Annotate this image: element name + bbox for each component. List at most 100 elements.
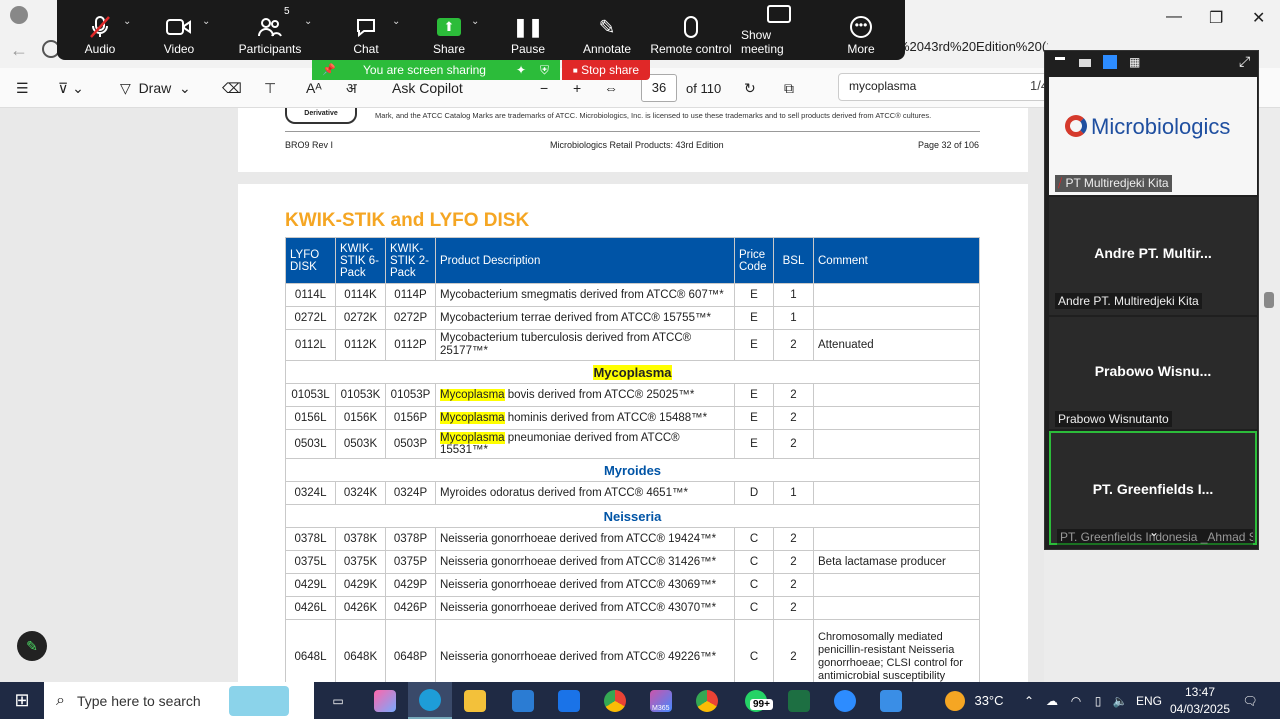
- show-meeting-button[interactable]: Show meeting: [741, 0, 817, 60]
- edge-icon[interactable]: [408, 682, 452, 719]
- onedrive-icon[interactable]: ☁: [1042, 682, 1062, 719]
- bsl-cell: 2: [773, 429, 814, 459]
- kwik-2-cell: 0503P: [385, 429, 436, 459]
- participant-tile[interactable]: Prabowo Wisnu... Prabowo Wisnutanto: [1049, 317, 1257, 429]
- back-icon[interactable]: ←: [10, 40, 28, 61]
- zoom-app-icon[interactable]: [828, 682, 862, 719]
- edit-fab-icon[interactable]: ✎: [17, 631, 47, 661]
- price-code-cell: E: [734, 406, 774, 430]
- product-table: LYFO DISK KWIK-STIK 6-Pack KWIK-STIK 2-P…: [285, 237, 980, 682]
- share-caret-icon[interactable]: ⌄: [471, 16, 479, 27]
- footer-left: BRO9 Rev I: [285, 140, 334, 150]
- pin-icon[interactable]: 📌: [322, 63, 336, 76]
- bsl-cell: 2: [773, 527, 814, 551]
- volume-icon[interactable]: 🔈: [1110, 682, 1130, 719]
- table-row: 0272L 0272K 0272P Mycobacterium terrae deri…: [285, 306, 980, 330]
- share-screen-icon: ⬆: [437, 18, 461, 36]
- mail-icon[interactable]: [552, 682, 586, 719]
- col-header: KWIK-STIK 6-Pack: [335, 237, 386, 284]
- clock-date[interactable]: 04/03/2025: [1168, 702, 1232, 716]
- wifi-icon[interactable]: ◠: [1066, 682, 1086, 719]
- profile-icon[interactable]: [10, 6, 28, 24]
- more-button[interactable]: ••• More: [841, 0, 881, 60]
- chat-caret-icon[interactable]: ⌄: [392, 16, 400, 27]
- description-cell: Mycobacterium tuberculosis derived from …: [435, 329, 735, 361]
- pause-button[interactable]: ❚❚ Pause: [508, 0, 548, 60]
- gallery-view-icon[interactable]: ▦: [1129, 55, 1143, 69]
- kwik-6-cell: 0272K: [335, 306, 386, 330]
- text-box-icon[interactable]: ⊤: [264, 68, 276, 108]
- contents-icon[interactable]: ☰: [16, 68, 29, 108]
- participant-tile-active[interactable]: PT. Greenfields I... PT. Greenfields Ind…: [1049, 431, 1257, 545]
- battery-icon[interactable]: ▯: [1088, 682, 1108, 719]
- participants-button[interactable]: Participants: [235, 0, 305, 60]
- current-page: KWIK-STIK and LYFO DISK LYFO DISK KWIK-S…: [238, 184, 1028, 682]
- address-bar[interactable]: %2043rd%20Edition%20(1): [898, 39, 1048, 61]
- copilot-icon[interactable]: [368, 682, 402, 719]
- file-explorer-icon[interactable]: [458, 682, 492, 719]
- shield-icon: ⛨: [540, 63, 550, 77]
- excel-icon[interactable]: [782, 682, 816, 719]
- previous-page: Derivative Mark, and the ATCC Catalog Ma…: [238, 108, 1028, 172]
- minimize-icon[interactable]: —: [1166, 8, 1182, 26]
- remote-control-button[interactable]: Remote control: [649, 0, 733, 60]
- participant-tile[interactable]: Andre PT. Multir... Andre PT. Multiredje…: [1049, 197, 1257, 315]
- store-icon[interactable]: [506, 682, 540, 719]
- scrollbar-thumb[interactable]: [1264, 292, 1274, 308]
- comment-cell: Attenuated: [813, 329, 980, 361]
- notifications-icon[interactable]: 🗨: [1238, 682, 1262, 719]
- audio-button[interactable]: Audio: [79, 0, 121, 60]
- table-row: 0429L 0429K 0429P Neisseria gonorrhoeae der…: [285, 573, 980, 597]
- weather-icon[interactable]: [940, 682, 970, 719]
- draw-button[interactable]: ▽ Draw ⌄: [120, 68, 191, 108]
- clock-time[interactable]: 13:47: [1172, 685, 1228, 699]
- video-label: Video: [163, 42, 195, 56]
- tray-chevron-icon[interactable]: ⌃: [1020, 682, 1038, 719]
- kwik-2-cell: 0156P: [385, 406, 436, 430]
- taskbar-search[interactable]: ⌕ Type here to search: [44, 682, 314, 719]
- participant-tile[interactable]: Microbiologics ⧸ PT Multiredjeki Kita: [1049, 77, 1257, 195]
- search-placeholder: Type here to search: [76, 692, 201, 709]
- annotate-button[interactable]: ✎ Annotate: [579, 0, 635, 60]
- search-highlight: Mycoplasma: [440, 389, 505, 401]
- expand-icon[interactable]: ⤢: [1239, 53, 1250, 70]
- rotate-icon[interactable]: ↻: [744, 68, 756, 108]
- m365-icon[interactable]: M365: [642, 682, 680, 719]
- whatsapp-icon[interactable]: 99+: [736, 682, 776, 719]
- video-button[interactable]: Video: [158, 0, 200, 60]
- maximize-icon[interactable]: ❐: [1209, 8, 1223, 28]
- chrome-profile-icon[interactable]: [690, 682, 724, 719]
- chrome-icon[interactable]: [598, 682, 632, 719]
- two-page-icon[interactable]: ⧉: [784, 68, 794, 108]
- video-caret-icon[interactable]: ⌄: [202, 16, 210, 27]
- start-button[interactable]: ⊞: [0, 682, 44, 719]
- participants-caret-icon[interactable]: ⌄: [304, 16, 312, 27]
- footer-rule: [285, 131, 980, 132]
- chat-button[interactable]: Chat: [346, 0, 386, 60]
- photos-icon[interactable]: [874, 682, 908, 719]
- stop-share-button[interactable]: ■ Stop share: [562, 60, 650, 80]
- task-view-icon[interactable]: ▭: [322, 682, 354, 719]
- strip-view-icon[interactable]: [1103, 55, 1117, 69]
- bsl-cell: 2: [773, 550, 814, 574]
- speaker-view-icon[interactable]: [1079, 59, 1091, 67]
- lyfo-disk-cell: 0648L: [285, 619, 336, 682]
- scroll-down-icon[interactable]: ⌄: [1149, 525, 1159, 539]
- share-button[interactable]: ⬆ Share: [429, 0, 469, 60]
- price-code-cell: C: [734, 619, 774, 682]
- price-code-cell: C: [734, 550, 774, 574]
- find-input[interactable]: mycoplasma: [838, 73, 1048, 101]
- close-icon[interactable]: ✕: [1252, 8, 1265, 28]
- weather-temp[interactable]: 33°C: [972, 682, 1006, 719]
- section-title: Mycoplasma: [593, 364, 672, 380]
- highlight-icon[interactable]: ⊽ ⌄: [58, 68, 84, 108]
- comment-cell: [813, 481, 980, 505]
- audio-caret-icon[interactable]: ⌄: [123, 16, 131, 27]
- pdf-viewer[interactable]: Derivative Mark, and the ATCC Catalog Ma…: [0, 108, 1044, 682]
- table-row: 0114L 0114K 0114P Mycobacterium smegmatis d…: [285, 283, 980, 307]
- description-text: Mycobacterium tuberculosis derived from …: [440, 332, 692, 357]
- language-indicator[interactable]: ENG: [1134, 682, 1164, 719]
- minimize-panel-icon[interactable]: [1055, 57, 1065, 60]
- scrollbar[interactable]: [1262, 110, 1276, 680]
- eraser-icon[interactable]: ⌫: [222, 68, 242, 108]
